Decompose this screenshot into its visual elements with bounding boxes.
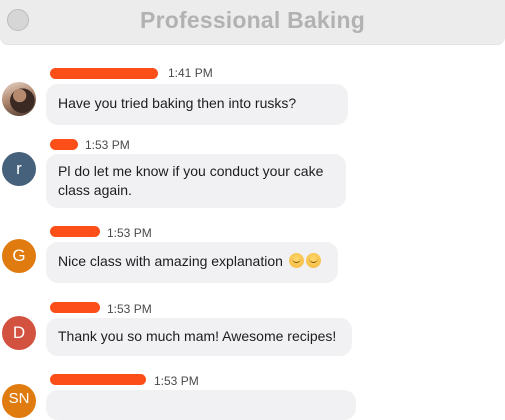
message-text: Nice class with amazing explanation (58, 253, 283, 269)
sender-name-redacted (50, 139, 78, 150)
message-bubble: Have you tried baking then into rusks? (46, 84, 348, 125)
message-bubble (46, 390, 356, 420)
sender-name-redacted (50, 226, 100, 237)
message-time: 1:41 PM (168, 66, 213, 80)
message-bubble: Nice class with amazing explanation (46, 242, 338, 283)
message-bubble: Pl do let me know if you conduct your ca… (46, 154, 346, 208)
message-time: 1:53 PM (85, 138, 130, 152)
avatar-sn[interactable]: SN (2, 384, 36, 418)
avatar-g[interactable]: G (2, 239, 36, 273)
avatar-photo[interactable] (2, 82, 36, 116)
message-text: Have you tried baking then into rusks? (58, 95, 297, 111)
grinning-face-icon (288, 253, 304, 268)
message-time: 1:53 PM (154, 374, 199, 388)
window-titlebar: Professional Baking (0, 0, 505, 45)
avatar-r[interactable]: r (2, 152, 36, 186)
sender-name-redacted (50, 302, 100, 313)
message-time: 1:53 PM (107, 302, 152, 316)
message-text: Pl do let me know if you conduct your ca… (58, 163, 324, 198)
window-title: Professional Baking (140, 7, 365, 33)
sender-name-redacted (50, 68, 158, 79)
sender-name-redacted (50, 374, 146, 385)
message-bubble: Thank you so much mam! Awesome recipes! (46, 318, 352, 356)
message-text: Thank you so much mam! Awesome recipes! (58, 328, 337, 344)
grinning-face-icon (305, 253, 321, 268)
message-time: 1:53 PM (107, 226, 152, 240)
avatar-d[interactable]: D (2, 316, 36, 350)
